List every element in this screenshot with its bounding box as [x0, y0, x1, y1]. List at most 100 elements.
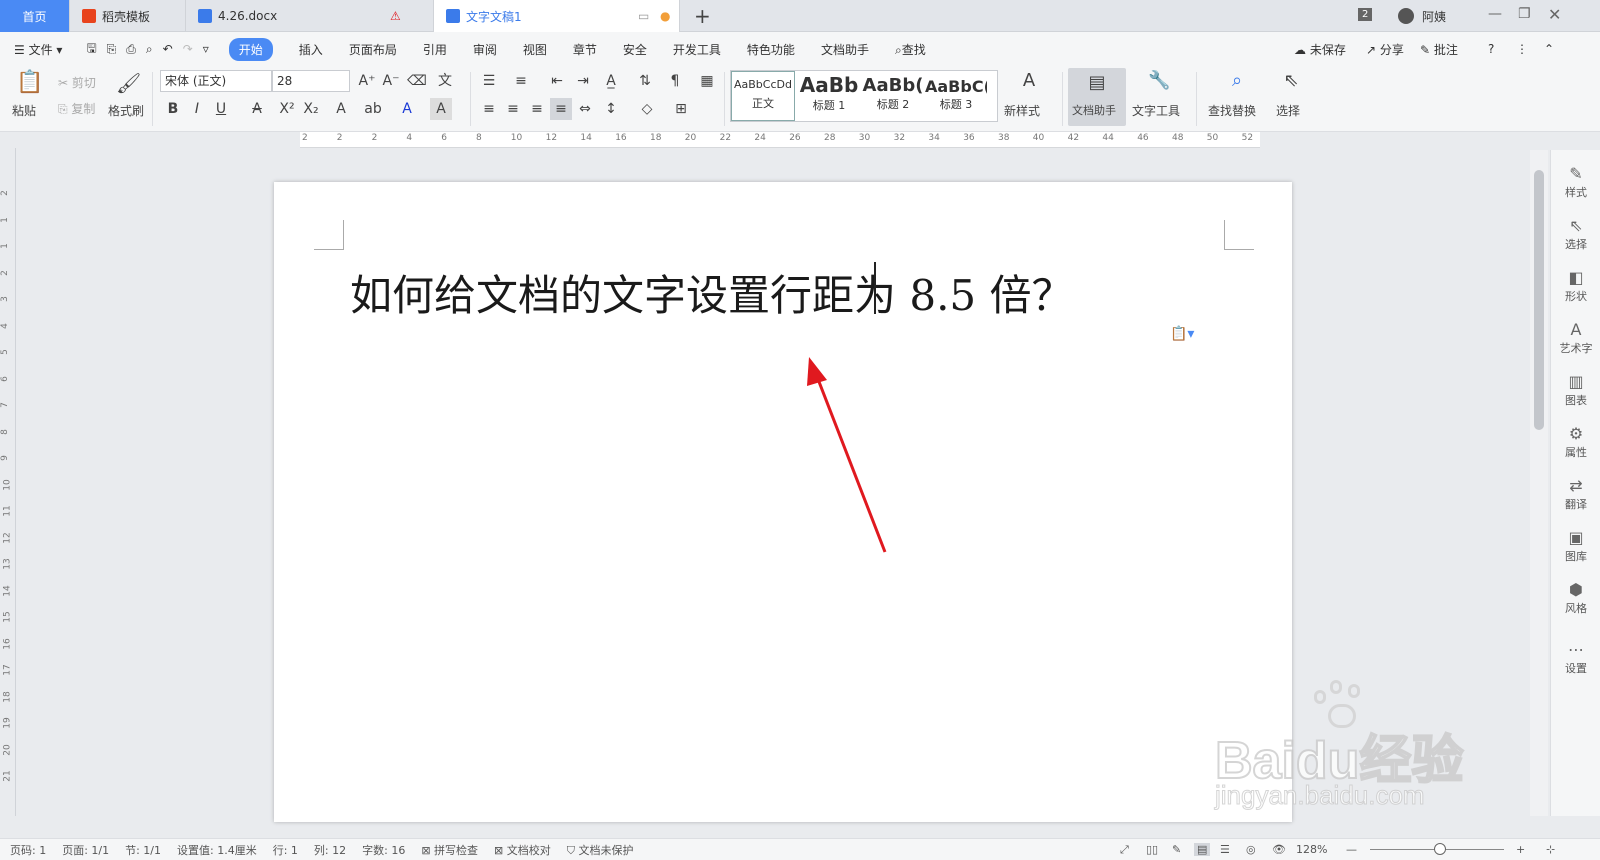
bold-icon[interactable]: B	[162, 98, 184, 120]
vertical-scrollbar[interactable]	[1530, 150, 1548, 816]
tab-docer[interactable]: 稻壳模板	[70, 0, 186, 32]
italic-icon[interactable]: I	[186, 98, 208, 120]
new-style-button[interactable]: 新样式	[1004, 102, 1040, 119]
wrench-icon[interactable]: 🔧	[1148, 70, 1170, 92]
text-effect-icon[interactable]: A	[330, 98, 352, 120]
panel-select[interactable]: ⇖ 选择	[1551, 216, 1600, 252]
font-size-select[interactable]: 28	[272, 70, 350, 92]
read-mode-icon[interactable]: ▯▯	[1146, 843, 1158, 856]
collapse-ribbon-icon[interactable]: ⌃	[1544, 42, 1554, 56]
close-icon[interactable]: ✕	[1548, 5, 1561, 24]
strikethrough-icon[interactable]: A	[246, 98, 268, 120]
highlight-icon[interactable]: ab	[362, 98, 384, 120]
zoom-in-icon[interactable]: +	[1516, 843, 1525, 856]
customize-icon[interactable]: ▿	[203, 42, 209, 56]
redo-icon[interactable]: ↷	[183, 42, 193, 56]
doc-assistant-button[interactable]: ▤ 文档助手	[1068, 68, 1126, 126]
decrease-indent-icon[interactable]: ⇤	[546, 70, 568, 92]
menu-item-features[interactable]: 特色功能	[747, 41, 795, 58]
more-icon[interactable]: ⋮	[1516, 42, 1528, 56]
menu-item-review[interactable]: 审阅	[473, 41, 497, 58]
document-text[interactable]: 如何给文档的文字设置行距为 8.5 倍？	[350, 262, 1074, 323]
subscript-icon[interactable]: X₂	[300, 98, 322, 120]
panel-gallery[interactable]: ▣ 图库	[1551, 528, 1600, 564]
cursor-icon[interactable]: ⇖	[1280, 70, 1302, 92]
zoom-slider-thumb[interactable]	[1434, 843, 1446, 855]
spell-check-button[interactable]: ⊠ 拼写检查	[421, 842, 478, 858]
zoom-select[interactable]: 128%	[1296, 843, 1327, 856]
shrink-font-icon[interactable]: A⁻	[380, 70, 402, 92]
panel-settings[interactable]: ⋯ 设置	[1551, 640, 1600, 676]
web-view-icon[interactable]: ◎	[1246, 843, 1256, 856]
user-name[interactable]: 阿姨	[1422, 8, 1446, 25]
paste-icon[interactable]: 📋	[16, 72, 43, 94]
panel-chart[interactable]: ▥ 图表	[1551, 372, 1600, 408]
menu-item-insert[interactable]: 插入	[299, 41, 323, 58]
line-spacing-icon[interactable]: ↕	[600, 98, 622, 120]
style-heading-1[interactable]: AaBb 标题 1	[797, 71, 861, 121]
minimize-icon[interactable]: —	[1488, 6, 1502, 22]
style-heading-3[interactable]: AaBbC(标题 3	[925, 71, 987, 121]
style-normal[interactable]: AaBbCcDd 正文	[731, 71, 795, 121]
proofread-button[interactable]: ⊠ 文档校对	[494, 842, 551, 858]
panel-styles[interactable]: ✎ 样式	[1551, 164, 1600, 200]
eye-protect-icon[interactable]: 👁	[1272, 843, 1286, 856]
paste-button[interactable]: 粘贴	[12, 102, 36, 119]
cut-button[interactable]: ✂ 剪切	[58, 74, 96, 91]
copy-button[interactable]: ⎘ 复制	[58, 100, 95, 117]
panel-properties[interactable]: ⚙ 属性	[1551, 424, 1600, 460]
shading-icon[interactable]: ◇	[636, 98, 658, 120]
share-button[interactable]: ↗ 分享	[1366, 41, 1404, 58]
clear-format-icon[interactable]: ⌫	[406, 70, 428, 92]
unsaved-button[interactable]: ☁ 未保存	[1294, 41, 1346, 58]
scroll-thumb[interactable]	[1534, 170, 1544, 430]
align-right-icon[interactable]: ≡	[526, 98, 548, 120]
menu-item-view[interactable]: 视图	[523, 41, 547, 58]
superscript-icon[interactable]: X²	[276, 98, 298, 120]
paste-options-icon[interactable]: 📋▾	[1170, 326, 1194, 342]
outline-view-icon[interactable]: ☰	[1220, 843, 1230, 856]
menu-search[interactable]: ⌕查找	[895, 41, 926, 58]
status-words[interactable]: 字数: 16	[362, 842, 405, 858]
help-icon[interactable]: ?	[1488, 42, 1494, 56]
distribute-icon[interactable]: ⇔	[574, 98, 596, 120]
underline-icon[interactable]: U	[210, 98, 232, 120]
fullscreen-icon[interactable]: ⤢	[1120, 843, 1129, 857]
tab-doc-current[interactable]: 文字文稿1 ▭ ●	[434, 0, 680, 32]
font-select[interactable]: 宋体 (正文)	[160, 70, 272, 92]
tab-home[interactable]: 首页	[0, 0, 70, 32]
new-tab-icon[interactable]: +	[694, 4, 711, 28]
file-menu[interactable]: ☰ 文件 ▾	[14, 41, 62, 58]
pinyin-icon[interactable]: 文	[434, 70, 456, 92]
show-marks-icon[interactable]: ¶	[664, 70, 686, 92]
menu-item-doc-assistant[interactable]: 文档助手	[821, 41, 869, 58]
export-icon[interactable]: ⎘	[107, 42, 117, 57]
grow-font-icon[interactable]: A⁺	[356, 70, 378, 92]
panel-shapes[interactable]: ◧ 形状	[1551, 268, 1600, 304]
menu-item-chapter[interactable]: 章节	[573, 41, 597, 58]
panel-translate[interactable]: ⇄ 翻译	[1551, 476, 1600, 512]
text-tools-button[interactable]: 文字工具	[1132, 102, 1180, 119]
numbered-list-icon[interactable]: ≡	[510, 70, 532, 92]
table-icon[interactable]: ▦	[696, 70, 718, 92]
restore-icon[interactable]: ❐	[1518, 6, 1531, 22]
find-replace-button[interactable]: 查找替换	[1208, 102, 1256, 119]
tab-doc-426[interactable]: 4.26.docx ⚠	[186, 0, 434, 32]
menu-item-developer[interactable]: 开发工具	[673, 41, 721, 58]
comment-button[interactable]: ✎ 批注	[1420, 41, 1458, 58]
panel-theme[interactable]: ⬢ 风格	[1551, 580, 1600, 616]
protect-button[interactable]: ⛉ 文档未保护	[567, 842, 634, 858]
window-count-badge[interactable]: 2	[1358, 8, 1373, 21]
page-view-icon[interactable]: ▤	[1194, 843, 1211, 856]
align-left-icon[interactable]: ≡	[478, 98, 500, 120]
print-icon[interactable]: ⎙	[126, 42, 136, 57]
align-center-icon[interactable]: ≡	[502, 98, 524, 120]
bullet-list-icon[interactable]: ☰	[478, 70, 500, 92]
font-color-icon[interactable]: A	[396, 98, 418, 120]
find-icon[interactable]: ⌕	[1226, 70, 1248, 92]
fit-page-icon[interactable]: ⊹	[1546, 843, 1555, 856]
sort-icon[interactable]: ⇅	[634, 70, 656, 92]
menu-item-security[interactable]: 安全	[623, 41, 647, 58]
save-icon[interactable]: 🖫	[86, 39, 96, 60]
panel-wordart[interactable]: A 艺术字	[1551, 320, 1600, 356]
